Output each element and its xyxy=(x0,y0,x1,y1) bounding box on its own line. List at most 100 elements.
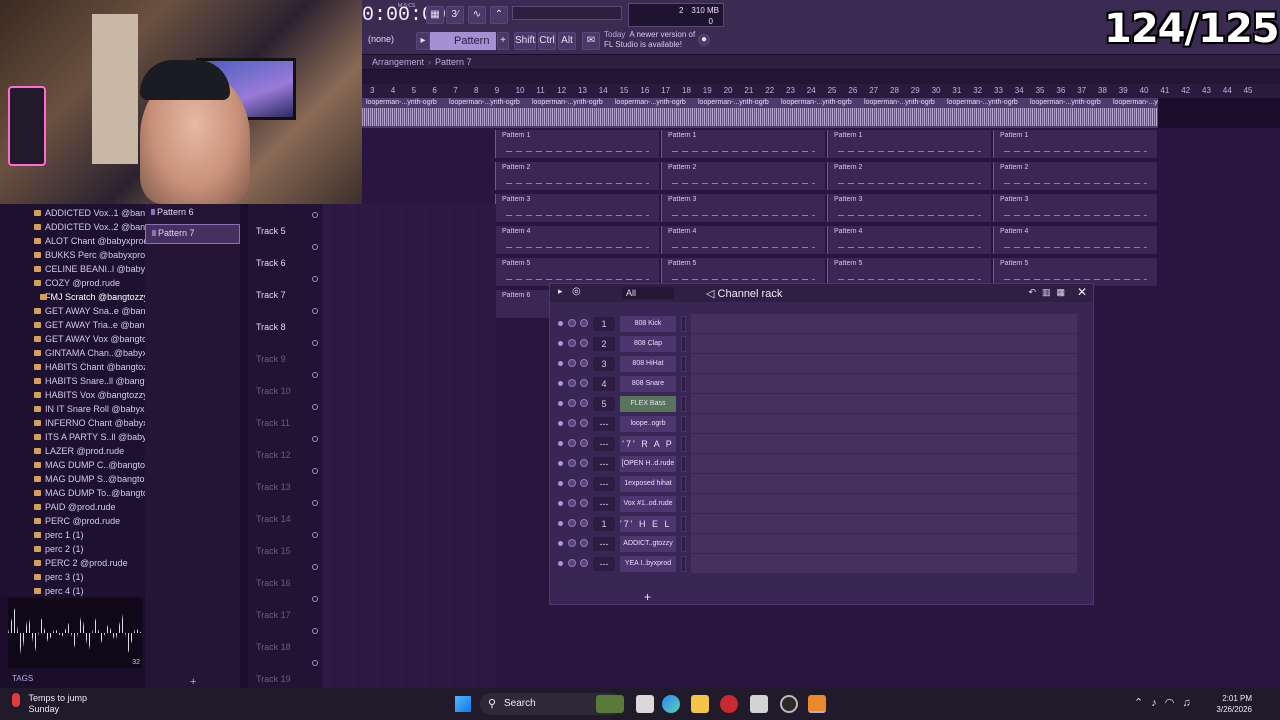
pattern-clip[interactable]: Pattern 5 xyxy=(993,258,1157,286)
channel-row[interactable]: 1 '7' H E L L xyxy=(550,514,1093,534)
pan-knob[interactable] xyxy=(568,559,576,567)
tags-bar[interactable]: TAGS xyxy=(0,670,145,688)
step-sequencer-row[interactable] xyxy=(691,314,1077,334)
channel-row[interactable]: 5 FLEX Bass xyxy=(550,394,1093,414)
pattern-clip[interactable]: Pattern 4 xyxy=(661,226,825,254)
track-header[interactable]: Track 10 xyxy=(248,364,322,396)
pattern-clip[interactable]: Pattern 4 xyxy=(827,226,991,254)
track-header[interactable]: Track 18 xyxy=(248,620,322,652)
browser-item[interactable]: INFERNO Chant @babyxprod xyxy=(0,416,145,430)
play-pattern-icon[interactable]: ▸ xyxy=(416,32,430,50)
volume-knob[interactable] xyxy=(580,519,588,527)
pan-knob[interactable] xyxy=(568,539,576,547)
channel-rack-titlebar[interactable]: ▸ ◎ All ◁ Channel rack ↶▥▦ ✕ xyxy=(550,284,1093,302)
pattern-clip[interactable]: Pattern 1 xyxy=(993,130,1157,158)
browser-item[interactable]: GET AWAY Sna..e @bangtozzy xyxy=(0,304,145,318)
step-sequencer-row[interactable] xyxy=(691,434,1077,454)
pattern-clip[interactable]: Pattern 1 xyxy=(827,130,991,158)
mixer-track-number[interactable]: 2 xyxy=(593,337,615,351)
track-header[interactable]: Track 11 xyxy=(248,396,322,428)
channel-led[interactable] xyxy=(558,481,563,486)
channel-led[interactable] xyxy=(558,381,563,386)
channel-row[interactable]: --- ADDICT..gtozzy xyxy=(550,534,1093,554)
track-led[interactable] xyxy=(312,468,318,474)
track-header[interactable]: Track 9 xyxy=(248,332,322,364)
browser-item[interactable]: PERC @prod.rude xyxy=(0,514,145,528)
channel-select-bar[interactable] xyxy=(681,556,686,572)
track-header[interactable]: Track 7 xyxy=(248,268,322,300)
browser-item[interactable]: GET AWAY Vox @bangtozzy xyxy=(0,332,145,346)
pan-knob[interactable] xyxy=(568,399,576,407)
channel-select-bar[interactable] xyxy=(681,396,686,412)
track-led[interactable] xyxy=(312,244,318,250)
browser-item[interactable]: perc 4 (1) xyxy=(0,584,145,598)
opera-icon[interactable] xyxy=(720,695,738,713)
track-header[interactable]: Track 13 xyxy=(248,460,322,492)
browser-item[interactable]: FMJ Scratch @bangtozzy xyxy=(0,290,145,304)
mixer-track-number[interactable]: --- xyxy=(593,537,615,551)
channel-led[interactable] xyxy=(558,361,563,366)
pan-knob[interactable] xyxy=(568,319,576,327)
channel-led[interactable] xyxy=(558,421,563,426)
channel-name-button[interactable]: '7' H E L L xyxy=(620,516,676,532)
browser-item[interactable]: MAG DUMP C..@bangtozzy xyxy=(0,458,145,472)
browser-item[interactable]: COZY @prod.rude xyxy=(0,276,145,290)
browser-item[interactable]: HABITS Chant @bangtozzy xyxy=(0,360,145,374)
channel-select-bar[interactable] xyxy=(681,476,686,492)
volume-knob[interactable] xyxy=(580,399,588,407)
pan-knob[interactable] xyxy=(568,379,576,387)
browser-item[interactable]: PAID @prod.rude xyxy=(0,500,145,514)
volume-knob[interactable] xyxy=(580,419,588,427)
timeline-ruler[interactable]: 3 4 5 6 7 8 9 10 11 12 13 14 15 16 17 18 19 20 21 22 23 24 25 2… xyxy=(362,84,1280,98)
fl-studio-icon[interactable] xyxy=(808,695,826,713)
mixer-track-number[interactable]: --- xyxy=(593,477,615,491)
channel-row[interactable]: --- 1exposed hihat xyxy=(550,474,1093,494)
channel-filter-select[interactable]: All xyxy=(622,287,674,299)
pan-knob[interactable] xyxy=(568,499,576,507)
step-sequencer-row[interactable] xyxy=(691,534,1077,554)
browser-item[interactable]: perc 1 (1) xyxy=(0,528,145,542)
mixer-track-number[interactable]: --- xyxy=(593,437,615,451)
browser-item[interactable]: GET AWAY Tria..e @bangtozzy xyxy=(0,318,145,332)
mixer-track-number[interactable]: --- xyxy=(593,557,615,571)
arrangement-scroll-bar[interactable] xyxy=(362,70,1280,84)
channel-led[interactable] xyxy=(558,501,563,506)
channel-rack[interactable]: ▸ ◎ All ◁ Channel rack ↶▥▦ ✕ 1 808 Kick 2 8… xyxy=(549,283,1094,605)
pattern-clip[interactable]: Pattern 1 xyxy=(495,130,659,158)
rack-toolbar-icons[interactable]: ↶▥▦ xyxy=(1028,287,1071,298)
task-view-icon[interactable] xyxy=(636,695,654,713)
volume-knob[interactable] xyxy=(580,539,588,547)
track-grid[interactable] xyxy=(322,204,496,688)
channel-select-bar[interactable] xyxy=(681,356,686,372)
track-led[interactable] xyxy=(312,340,318,346)
channel-led[interactable] xyxy=(558,401,563,406)
channel-name-button[interactable]: 808 HiHat xyxy=(620,356,676,372)
volume-knob[interactable] xyxy=(580,319,588,327)
channel-name-button[interactable]: 808 Kick xyxy=(620,316,676,332)
pattern-clip[interactable]: Pattern 1 xyxy=(661,130,825,158)
track-led[interactable] xyxy=(312,596,318,602)
channel-name-button[interactable]: loope..ogrb xyxy=(620,416,676,432)
track-led[interactable] xyxy=(312,308,318,314)
browser-item[interactable]: perc 3 (1) xyxy=(0,570,145,584)
step-sequencer-row[interactable] xyxy=(691,374,1077,394)
wave-icon[interactable]: ∿ xyxy=(468,6,486,24)
pattern-clip[interactable]: Pattern 3 xyxy=(661,194,825,222)
channel-led[interactable] xyxy=(558,341,563,346)
mixer-track-number[interactable]: --- xyxy=(593,497,615,511)
pan-knob[interactable] xyxy=(568,419,576,427)
pattern-clip[interactable]: Pattern 3 xyxy=(993,194,1157,222)
pattern-clip[interactable]: Pattern 2 xyxy=(993,162,1157,190)
audio-clip-track[interactable]: looperman-...ynth-ogrb looperman-...ynth-… xyxy=(362,98,1158,128)
channel-row[interactable]: --- loope..ogrb xyxy=(550,414,1093,434)
tempo-icon[interactable]: ⌃ xyxy=(490,6,508,24)
file-explorer-icon[interactable] xyxy=(691,695,709,713)
volume-knob[interactable] xyxy=(580,459,588,467)
track-led[interactable] xyxy=(312,404,318,410)
browser-item[interactable]: HABITS Vox @bangtozzy xyxy=(0,388,145,402)
track-led[interactable] xyxy=(312,436,318,442)
news-panel[interactable]: Today A newer version of FL Studio is ava… xyxy=(604,30,695,50)
channel-led[interactable] xyxy=(558,461,563,466)
store-icon[interactable] xyxy=(750,695,768,713)
channel-row[interactable]: --- [OPEN H..d.rude xyxy=(550,454,1093,474)
